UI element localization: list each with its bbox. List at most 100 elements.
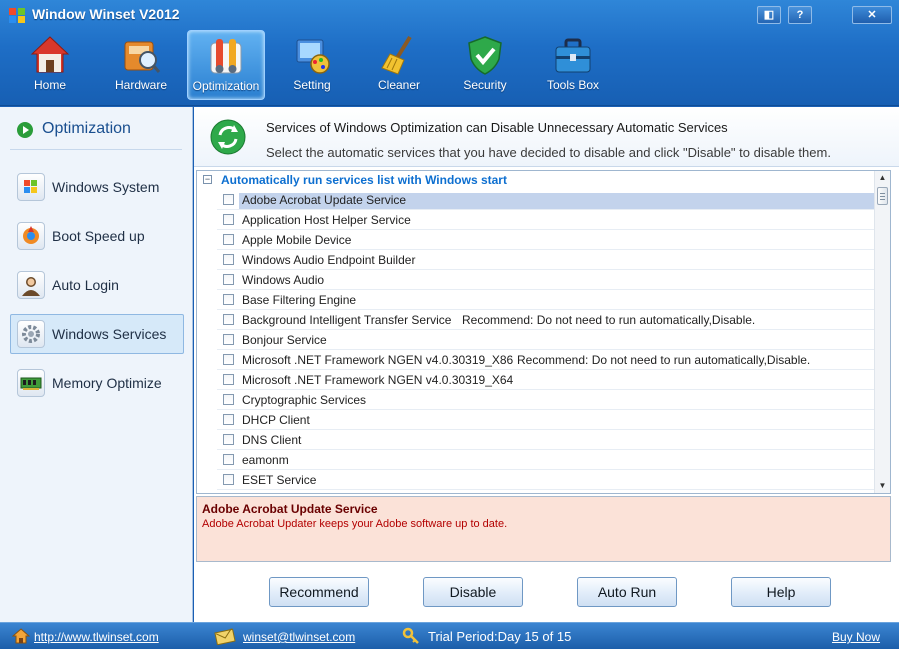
toolbar-home[interactable]: Home [11,30,89,100]
toolbar-cleaner-label: Cleaner [377,78,421,92]
service-checkbox[interactable] [223,294,234,305]
service-checkbox[interactable] [223,214,234,225]
app-logo-icon [9,8,25,23]
setting-icon [296,39,330,74]
hardware-icon [124,41,161,73]
list-item[interactable]: Microsoft .NET Framework NGEN v4.0.30319… [217,370,877,390]
list-item[interactable]: Cryptographic Services [217,390,877,410]
service-name: eamonm [242,453,289,467]
recommend-button[interactable]: Recommend [269,577,369,607]
services-group-header[interactable]: − Automatically run services list with W… [197,171,877,189]
toolbar-home-label: Home [33,78,66,92]
scroll-down-icon[interactable]: ▼ [875,479,890,493]
toolbar-setting-label: Setting [293,78,331,92]
skin-button[interactable]: ◧ [757,6,781,24]
play-circle-icon [17,122,33,138]
service-checkbox[interactable] [223,414,234,425]
trial-period-text: Trial Period:Day 15 of 15 [428,629,572,644]
boot-icon [17,222,45,250]
service-checkbox[interactable] [223,474,234,485]
service-checkbox[interactable] [223,254,234,265]
list-item[interactable]: Application Host Helper Service [217,210,877,230]
service-checkbox[interactable] [223,434,234,445]
sidebar-item-label: Windows Services [52,326,167,342]
list-item[interactable]: ESET Service [217,470,877,490]
windows-icon [17,173,45,201]
toolbar-cleaner[interactable]: Cleaner [360,30,438,100]
scroll-thumb[interactable] [877,187,888,205]
main-toolbar: Home Hardware Optimization Setting Clean… [0,28,899,102]
service-name: Windows Audio [242,273,325,287]
service-name: ESET Service [242,473,317,487]
services-group-label: Automatically run services list with Win… [221,173,507,187]
service-name: Application Host Helper Service [242,213,411,227]
title-bar: Window Winset V2012 ◧ ? ✕ Home Hardware … [0,0,899,106]
service-checkbox[interactable] [223,234,234,245]
service-checkbox[interactable] [223,194,234,205]
help-window-button[interactable]: ? [788,6,812,24]
email-icon [214,628,236,645]
toolbar-security[interactable]: Security [446,30,524,100]
service-checkbox[interactable] [223,374,234,385]
toolbar-setting[interactable]: Setting [273,30,351,100]
list-item[interactable]: Base Filtering Engine [217,290,877,310]
status-bar: http://www.tlwinset.com winset@tlwinset.… [0,622,899,649]
toolbar-optimization[interactable]: Optimization [187,30,265,100]
scroll-up-icon[interactable]: ▲ [875,171,890,185]
section-header: Services of Windows Optimization can Dis… [194,107,899,167]
broom-icon [381,35,412,75]
service-recommendation: Recommend: Do not need to run automatica… [517,353,811,367]
service-name: Apple Mobile Device [242,233,352,247]
service-description-panel: Adobe Acrobat Update Service Adobe Acrob… [196,496,891,562]
toolbar-hardware[interactable]: Hardware [102,30,180,100]
sidebar-item-memory-optimize[interactable]: Memory Optimize [10,363,184,403]
toolbar-tools-box[interactable]: Tools Box [534,30,612,100]
refresh-icon [210,119,246,155]
service-checkbox[interactable] [223,394,234,405]
toolbox-icon [555,38,591,73]
service-checkbox[interactable] [223,334,234,345]
sidebar-item-windows-system[interactable]: Windows System [10,167,184,207]
disable-button[interactable]: Disable [423,577,523,607]
buy-now-link[interactable]: Buy Now [832,630,880,644]
service-name: DNS Client [242,433,302,447]
page-subtitle: Select the automatic services that you h… [266,145,831,160]
service-name: Bonjour Service [242,333,327,347]
sidebar: Optimization Windows System Boot Speed u… [0,107,193,622]
service-checkbox[interactable] [223,454,234,465]
list-item[interactable]: Bonjour Service [217,330,877,350]
service-name: Windows Audio Endpoint Builder [242,253,416,267]
shield-icon [468,36,502,75]
sidebar-divider [10,149,182,150]
list-item[interactable]: Windows Audio [217,270,877,290]
list-item[interactable]: Background Intelligent Transfer Service … [217,310,877,330]
list-item[interactable]: DNS Client [217,430,877,450]
list-item[interactable]: Adobe Acrobat Update Service [217,190,877,210]
vertical-scrollbar[interactable]: ▲ ▼ [874,171,890,493]
email-link[interactable]: winset@tlwinset.com [243,630,355,644]
list-item[interactable]: Windows Audio Endpoint Builder [217,250,877,270]
list-item[interactable]: DHCP Client [217,410,877,430]
help-button[interactable]: Help [731,577,831,607]
service-recommendation: Recommend: Do not need to run automatica… [462,313,756,327]
list-item[interactable]: eamonm [217,450,877,470]
home-icon [30,36,70,73]
service-name: Microsoft .NET Framework NGEN v4.0.30319… [242,353,514,367]
auto-run-button[interactable]: Auto Run [577,577,677,607]
website-link[interactable]: http://www.tlwinset.com [34,630,159,644]
service-checkbox[interactable] [223,274,234,285]
service-checkbox[interactable] [223,354,234,365]
skin-icon: ◧ [763,9,775,21]
services-list[interactable]: − Automatically run services list with W… [196,170,891,494]
collapse-icon[interactable]: − [203,175,212,184]
optimization-icon [210,39,242,74]
service-checkbox[interactable] [223,314,234,325]
sidebar-item-boot-speed-up[interactable]: Boot Speed up [10,216,184,256]
sidebar-item-windows-services[interactable]: Windows Services [10,314,184,354]
list-item[interactable]: Apple Mobile Device [217,230,877,250]
sidebar-item-auto-login[interactable]: Auto Login [10,265,184,305]
list-item[interactable]: Microsoft .NET Framework NGEN v4.0.30319… [217,350,877,370]
help-icon: ? [796,9,804,21]
close-button[interactable]: ✕ [852,6,892,24]
description-title: Adobe Acrobat Update Service [202,502,378,516]
